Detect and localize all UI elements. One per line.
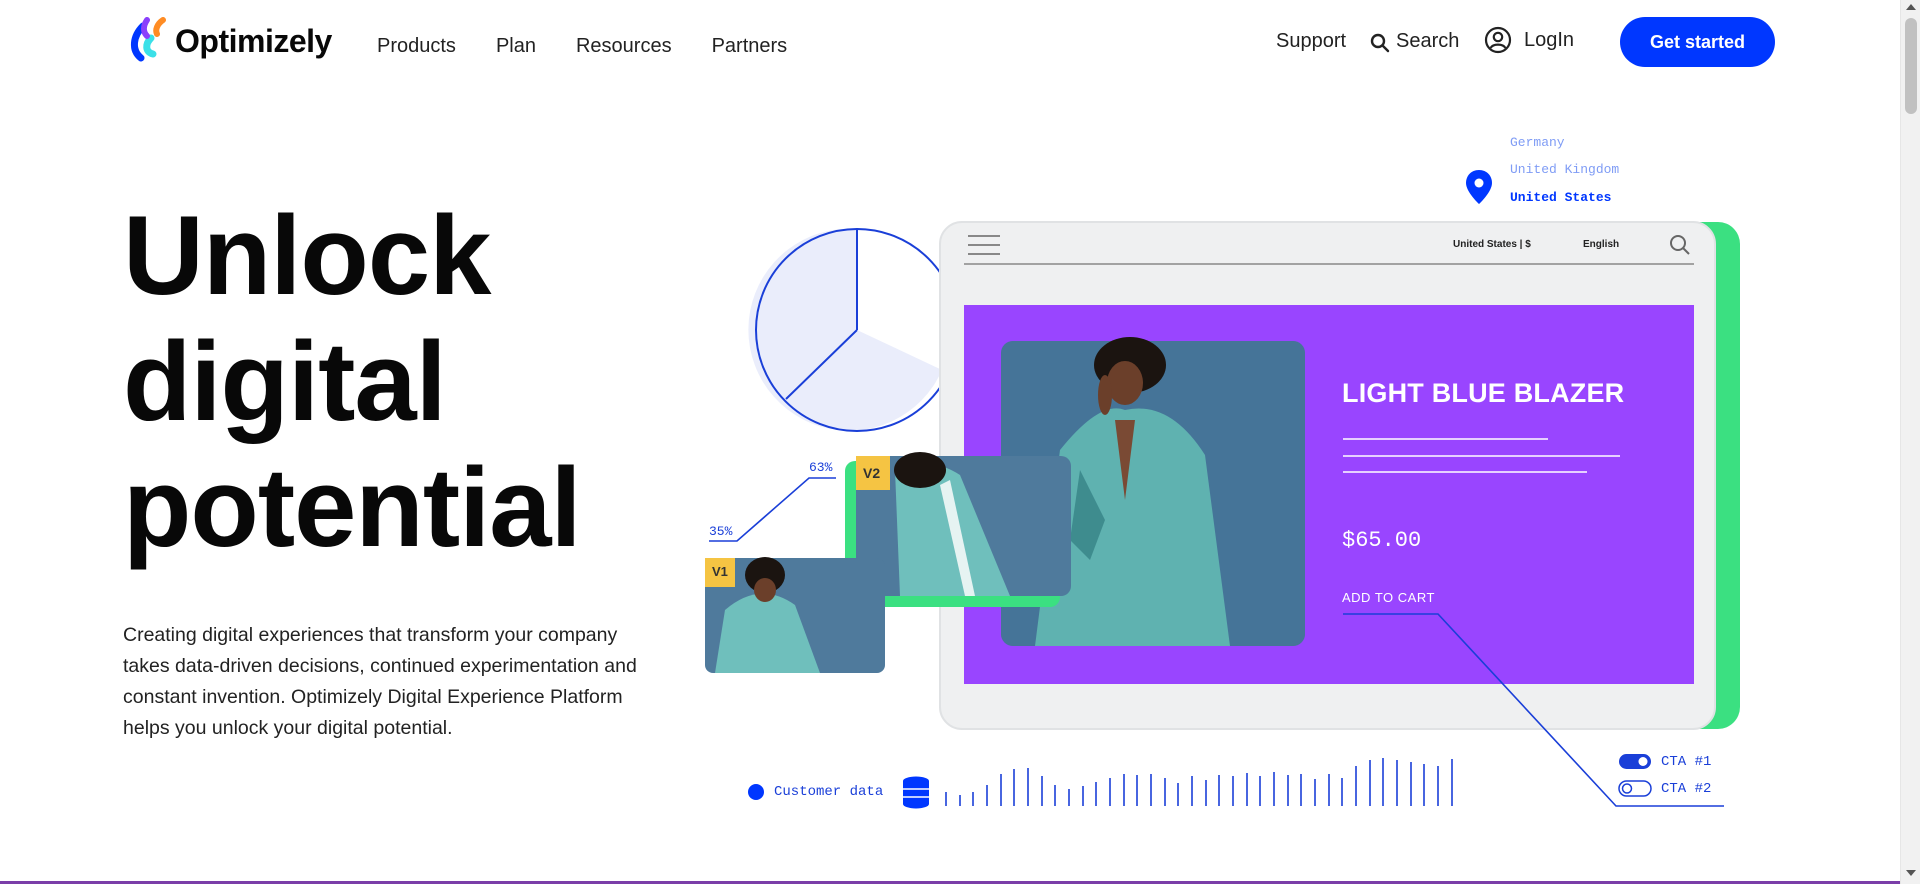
cta-2-label: CTA #2 [1661, 781, 1712, 797]
add-to-cart-button[interactable]: ADD TO CART [1342, 590, 1435, 605]
store-language: English [1583, 239, 1620, 250]
variant-v1-card [705, 557, 885, 673]
location-pin-icon [1466, 170, 1492, 204]
scroll-up-arrow-icon[interactable] [1906, 4, 1916, 10]
scroll-down-arrow-icon[interactable] [1906, 870, 1916, 876]
customer-data-dot [748, 784, 764, 800]
customer-data-label: Customer data [774, 784, 884, 800]
database-icon [903, 776, 929, 809]
cta-1-label: CTA #1 [1661, 754, 1712, 770]
scroll-thumb[interactable] [1905, 18, 1917, 114]
location-united-states: United States [1510, 190, 1612, 205]
variant-v1-percent: 35% [709, 524, 733, 539]
variant-v2-percent: 63% [809, 460, 833, 475]
location-united-kingdom: United Kingdom [1510, 162, 1620, 177]
product-name: LIGHT BLUE BLAZER [1342, 378, 1625, 408]
data-bars [945, 758, 1453, 806]
page-scrollbar[interactable] [1900, 0, 1920, 884]
pie-chart-graphic [748, 228, 959, 432]
location-germany: Germany [1510, 135, 1565, 150]
variant-v1-label: V1 [712, 564, 728, 579]
variant-v2-label: V2 [863, 465, 881, 481]
product-price: $65.00 [1342, 528, 1422, 553]
cta-toggle-off [1618, 780, 1652, 797]
hero-illustration [705, 170, 1740, 809]
cta-toggle-on [1619, 754, 1651, 769]
store-region: United States | $ [1453, 239, 1531, 250]
